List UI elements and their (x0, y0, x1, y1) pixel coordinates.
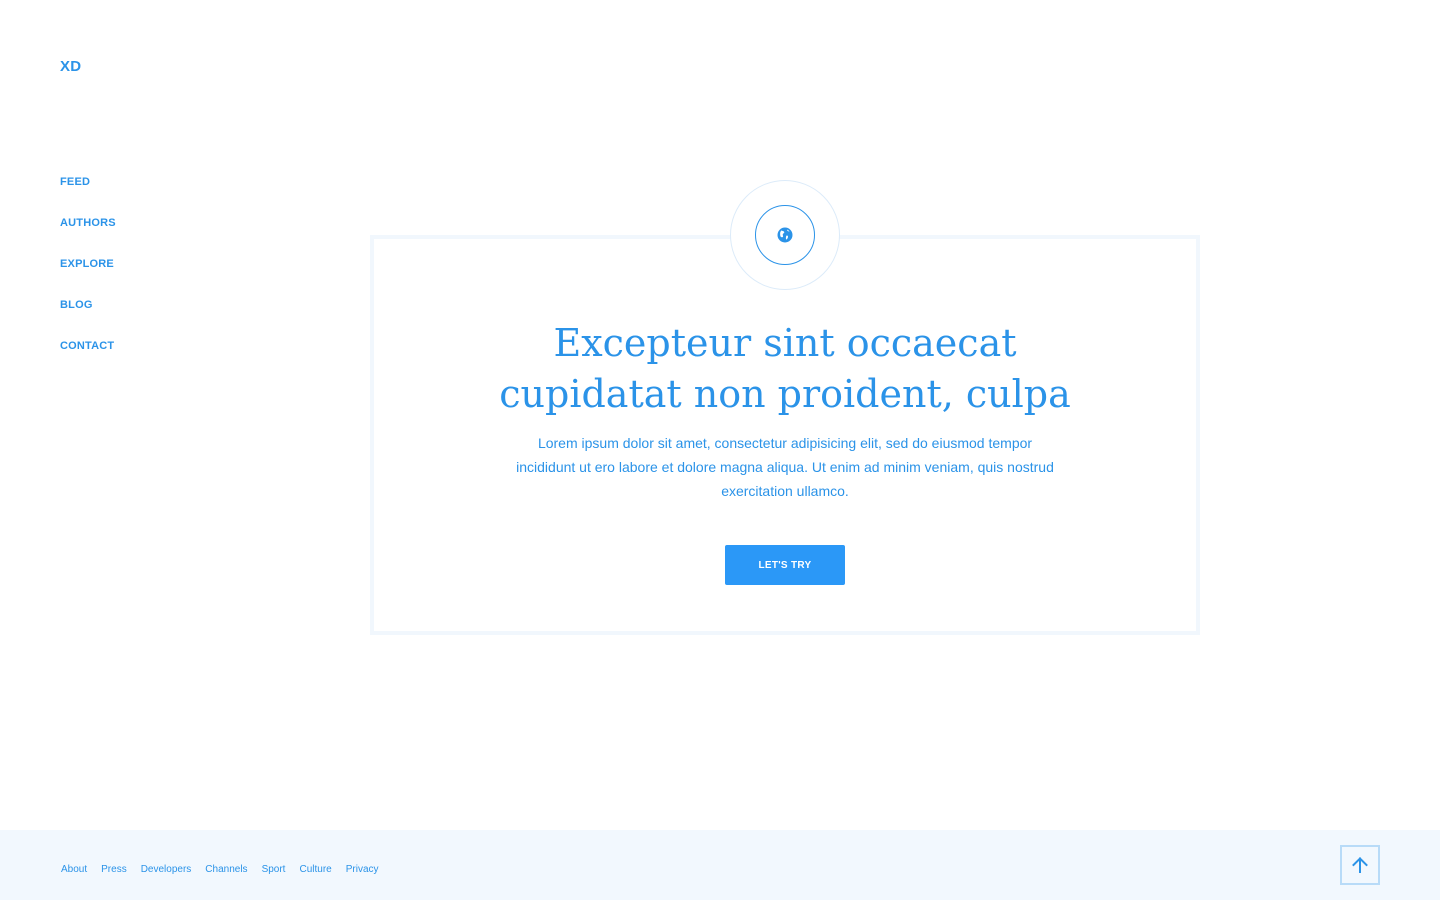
nav-item-blog: BLOG (60, 295, 116, 336)
footer-item-developers: Developers (141, 859, 192, 877)
hero-description-line-2: incididunt ut ero labore et dolore magna… (516, 459, 1054, 475)
nav-item-authors: AUTHORS (60, 213, 116, 254)
footer: About Press Developers Channels Sport Cu… (0, 830, 1440, 900)
side-nav: FEED AUTHORS EXPLORE BLOG CONTACT (60, 172, 116, 377)
nav-item-feed: FEED (60, 172, 116, 213)
footer-item-about: About (61, 859, 87, 877)
hero-description-line-1: Lorem ipsum dolor sit amet, consectetur … (537, 435, 1033, 451)
lets-try-button[interactable]: LET'S TRY (725, 545, 845, 585)
footer-item-channels: Channels (205, 859, 247, 877)
nav-item-explore: EXPLORE (60, 254, 116, 295)
footer-link-culture[interactable]: Culture (299, 864, 331, 875)
arrow-up-icon (1352, 857, 1368, 873)
hero-title: Excepteur sint occaecat cupidatat non pro… (370, 318, 1200, 420)
logo[interactable]: XD (60, 58, 81, 75)
back-to-top-button[interactable] (1340, 845, 1380, 885)
footer-item-culture: Culture (299, 859, 331, 877)
footer-links: About Press Developers Channels Sport Cu… (61, 859, 393, 877)
footer-item-privacy: Privacy (346, 859, 379, 877)
footer-link-sport[interactable]: Sport (262, 864, 286, 875)
nav-item-contact: CONTACT (60, 336, 116, 377)
nav-link-contact[interactable]: CONTACT (60, 340, 114, 352)
footer-link-about[interactable]: About (61, 864, 87, 875)
footer-link-channels[interactable]: Channels (205, 864, 247, 875)
nav-link-explore[interactable]: EXPLORE (60, 258, 114, 270)
nav-link-feed[interactable]: FEED (60, 176, 90, 188)
hero-title-line-2: cupidatat non proident, culpa (499, 372, 1071, 416)
nav-link-blog[interactable]: BLOG (60, 299, 93, 311)
footer-link-press[interactable]: Press (101, 864, 127, 875)
hero-description-line-3: exercitation ullamco. (721, 483, 849, 499)
hero-title-line-1: Excepteur sint occaecat (553, 321, 1017, 365)
footer-link-privacy[interactable]: Privacy (346, 864, 379, 875)
globe-icon (777, 227, 793, 243)
footer-link-developers[interactable]: Developers (141, 864, 192, 875)
footer-item-sport: Sport (262, 859, 286, 877)
hero-badge-inner (755, 205, 815, 265)
footer-item-press: Press (101, 859, 127, 877)
nav-link-authors[interactable]: AUTHORS (60, 217, 116, 229)
hero-badge (730, 180, 840, 290)
hero-description: Lorem ipsum dolor sit amet, consectetur … (505, 431, 1065, 503)
